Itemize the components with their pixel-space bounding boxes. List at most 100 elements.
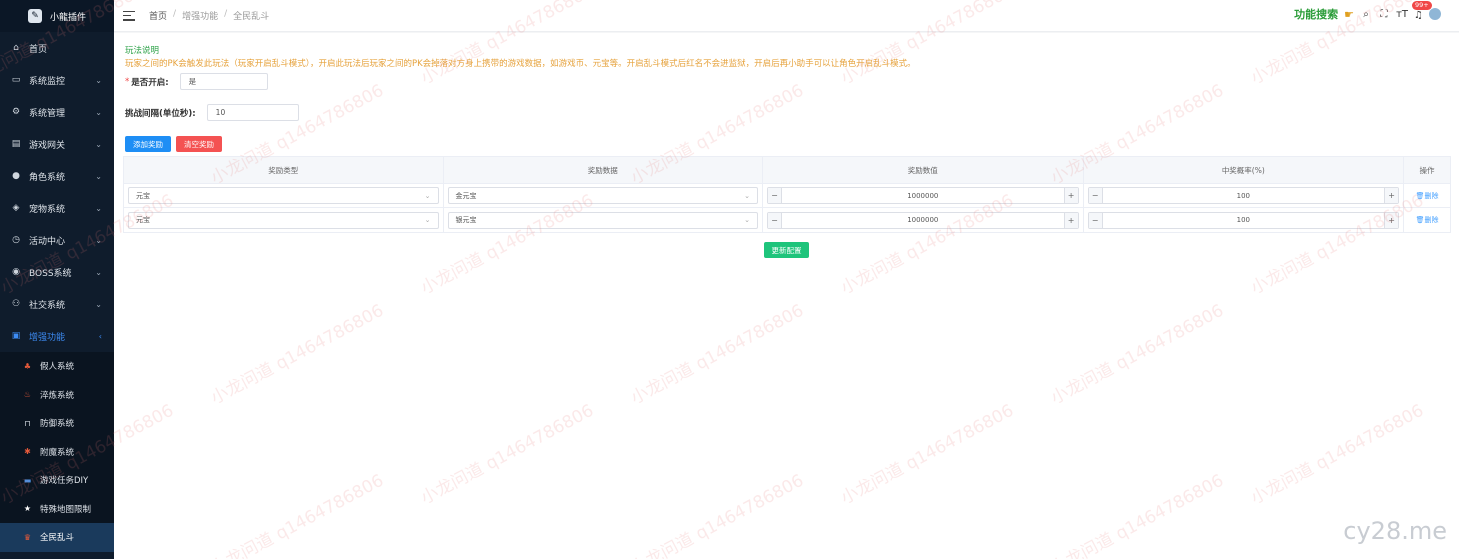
star-icon: ★ (23, 504, 32, 514)
probability-stepper: − 100 + (1087, 211, 1400, 229)
cell-amount: − 1000000 + (763, 184, 1084, 207)
brand[interactable]: ✎ 小龍插件 (0, 0, 114, 32)
interval-input[interactable]: 10 (206, 104, 299, 121)
reward-data-select[interactable]: 银元宝 ⌄ (447, 211, 759, 229)
decrement-button[interactable]: − (768, 188, 783, 203)
reward-type-value: 元宝 (136, 216, 150, 224)
sidebar-item-label: 社交系统 (29, 300, 66, 311)
reward-type-select[interactable]: 元宝 ⌄ (128, 187, 439, 204)
amount-value[interactable]: 1000000 (782, 213, 1064, 228)
function-search-link[interactable]: 功能搜索 (1294, 6, 1338, 22)
clock-icon: ◷ (12, 235, 20, 245)
chevron-down-icon: ⌄ (744, 191, 751, 200)
fire-icon: ♨ (23, 390, 32, 400)
corner-watermark: cy28.me (1343, 517, 1447, 545)
amount-value[interactable]: 1000000 (782, 188, 1064, 203)
sidebar-item-label: 淬炼系统 (40, 390, 75, 401)
sidebar-item-boss[interactable]: ◉ BOSS系统 ⌄ (0, 256, 114, 288)
reward-type-select[interactable]: 元宝 ⌄ (128, 211, 439, 229)
sidebar-item-gateway[interactable]: ▤ 游戏网关 ⌄ (0, 128, 114, 160)
sidebar-item-task-diy[interactable]: ▬ 游戏任务DIY (0, 466, 114, 495)
chevron-down-icon: ⌄ (95, 171, 102, 181)
column-header: 奖励数值 (763, 157, 1084, 183)
increment-button[interactable]: + (1063, 188, 1078, 203)
sidebar-item-label: 宠物系统 (29, 204, 66, 215)
sidebar-item-home[interactable]: ⌂ 首页 (0, 32, 114, 64)
sidebar-item-refine[interactable]: ♨ 淬炼系统 (0, 381, 114, 410)
fullscreen-icon[interactable]: ⛶ (1378, 9, 1390, 20)
chevron-down-icon: ⌄ (95, 107, 102, 117)
cell-data: 金元宝 ⌄ (444, 184, 764, 207)
sidebar-item-pet[interactable]: ◈ 宠物系统 ⌄ (0, 192, 114, 224)
sidebar-item-label: 防御系统 (40, 419, 75, 430)
add-reward-button[interactable]: 添加奖励 (125, 136, 171, 152)
sidebar-item-label: 系统监控 (29, 76, 66, 87)
sidebar-item-monitor[interactable]: ▭ 系统监控 ⌄ (0, 64, 114, 96)
sidebar-item-defense[interactable]: ⊓ 防御系统 (0, 409, 114, 438)
probability-stepper: − 100 + (1087, 187, 1400, 204)
sidebar-item-label: 特殊地图限制 (40, 504, 92, 515)
breadcrumb: 首页 / 增强功能 / 全民乱斗 (149, 9, 269, 22)
increment-button[interactable]: + (1384, 188, 1399, 203)
sidebar-item-activity[interactable]: ◷ 活动中心 ⌄ (0, 224, 114, 256)
monitor-icon: ▭ (11, 75, 21, 85)
sidebar-item-enhance[interactable]: ▣ 增强功能 ‹ (0, 320, 114, 352)
sidebar: ✎ 小龍插件 ⌂ 首页 ▭ 系统监控 ⌄ ⚙ 系统管理 ⌄ ▤ 游戏网关 ⌄ ●… (0, 0, 114, 559)
sidebar-item-system[interactable]: ⚙ 系统管理 ⌄ (0, 96, 114, 128)
chevron-down-icon: ⌄ (95, 139, 102, 149)
sidebar-item-label: 增强功能 (29, 332, 66, 343)
probability-value[interactable]: 100 (1103, 188, 1385, 203)
sidebar-item-label: 角色系统 (29, 172, 66, 183)
user-icon: ● (12, 171, 20, 181)
main-content: 玩法说明 玩家之间的PK会触发此玩法（玩家开启乱斗模式），开启此玩法后玩家之间的… (114, 33, 1459, 559)
amount-stepper: − 1000000 + (767, 187, 1079, 204)
decrement-button[interactable]: − (1088, 212, 1103, 228)
sidebar-item-social[interactable]: ⚇ 社交系统 ⌄ (0, 288, 114, 320)
sidebar-item-enchant[interactable]: ✱ 附魔系统 (0, 438, 114, 467)
font-size-icon[interactable]: ᴛT (1396, 9, 1408, 20)
sidebar-item-brawl[interactable]: ♛ 全民乱斗 (0, 523, 114, 552)
enable-row: * 是否开启: 是 (125, 73, 268, 90)
table-row: 元宝 ⌄ 银元宝 ⌄ − 1000000 + − 100 + 🗑删除 (124, 208, 1450, 232)
cell-probability: − 100 + (1084, 184, 1405, 207)
menu-toggle-icon[interactable] (123, 10, 135, 21)
delete-link[interactable]: 🗑删除 (1416, 215, 1439, 225)
increment-button[interactable]: + (1384, 212, 1399, 228)
increment-button[interactable]: + (1063, 212, 1078, 228)
decrement-button[interactable]: − (1088, 188, 1103, 203)
dashboard-icon: ⌂ (13, 43, 19, 53)
sidebar-item-role[interactable]: ● 角色系统 ⌄ (0, 160, 114, 192)
bell-icon: ♫ (1414, 10, 1423, 21)
toolbox-icon: ▣ (11, 331, 21, 341)
notification-bell[interactable]: ♫ 99+ (1412, 1, 1432, 21)
gateway-icon: ▤ (11, 139, 21, 149)
avatar[interactable] (1429, 8, 1441, 20)
gear-icon: ⚙ (11, 107, 21, 117)
interval-label: 挑战间隔(单位秒): (125, 108, 196, 119)
clear-reward-button[interactable]: 清空奖励 (176, 136, 222, 152)
probability-value[interactable]: 100 (1103, 213, 1385, 228)
chevron-down-icon: ⌄ (95, 235, 102, 245)
reward-data-select[interactable]: 金元宝 ⌄ (447, 187, 759, 204)
cell-type: 元宝 ⌄ (124, 184, 444, 207)
enable-select[interactable]: 是 (179, 73, 268, 90)
notification-badge: 99+ (1412, 1, 1432, 10)
decrement-button[interactable]: − (768, 212, 783, 228)
column-header: 操作 (1419, 165, 1435, 175)
delete-link[interactable]: 🗑删除 (1416, 191, 1439, 201)
search-icon[interactable]: ⌕ (1360, 9, 1372, 20)
social-icon: ⚇ (11, 299, 21, 309)
sidebar-item-map-limit[interactable]: ★ 特殊地图限制 (0, 495, 114, 524)
top-header: 首页 / 增强功能 / 全民乱斗 功能搜索 ☛ ⌕ ⛶ ᴛT ♫ 99+ (114, 0, 1459, 32)
column-header: 中奖概率(%) (1084, 157, 1405, 183)
breadcrumb-home[interactable]: 首页 (149, 9, 167, 22)
robot-icon: ♣ (23, 361, 32, 371)
sidebar-item-label: 首页 (29, 44, 48, 55)
update-config-button[interactable]: 更新配置 (764, 242, 809, 258)
breadcrumb-separator: / (173, 9, 177, 19)
cell-action: 🗑删除 (1404, 184, 1450, 207)
sidebar-item-dummy[interactable]: ♣ 假人系统 (0, 352, 114, 381)
enable-select-value: 是 (188, 77, 197, 86)
sidebar-item-label: BOSS系统 (29, 268, 72, 279)
cell-type: 元宝 ⌄ (124, 208, 444, 232)
